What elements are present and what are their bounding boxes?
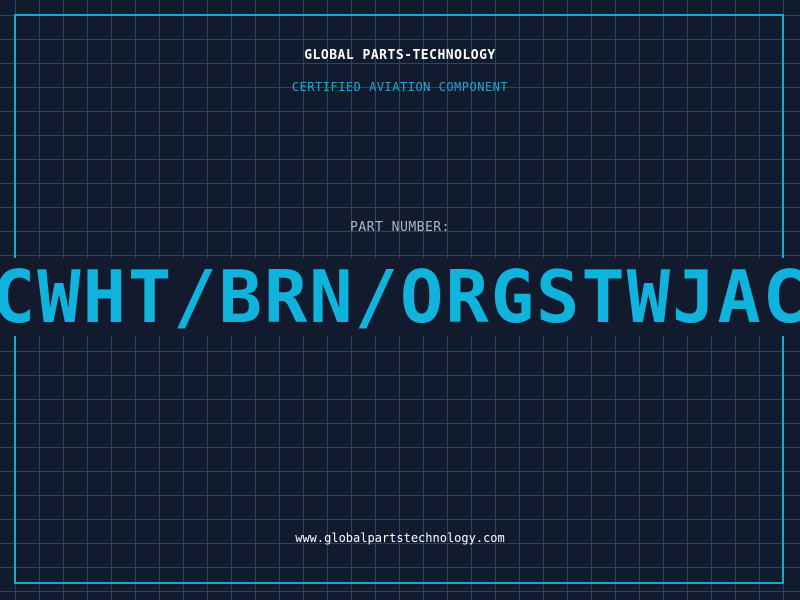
certification-subtitle: CERTIFIED AVIATION COMPONENT <box>291 80 509 94</box>
part-number-label: PART NUMBER: <box>350 220 450 235</box>
label-card: GLOBAL PARTS-TECHNOLOGY CERTIFIED AVIATI… <box>0 0 800 600</box>
company-name: GLOBAL PARTS-TECHNOLOGY <box>304 48 496 63</box>
part-number-band: CWHT/BRN/ORGSTWJAC <box>0 258 800 336</box>
part-number-display: CWHT/BRN/ORGSTWJAC <box>0 258 800 336</box>
part-number-value: CWHT/BRN/ORGSTWJAC <box>0 258 800 336</box>
website-link[interactable]: www.globalpartstechnology.com <box>0 531 800 545</box>
